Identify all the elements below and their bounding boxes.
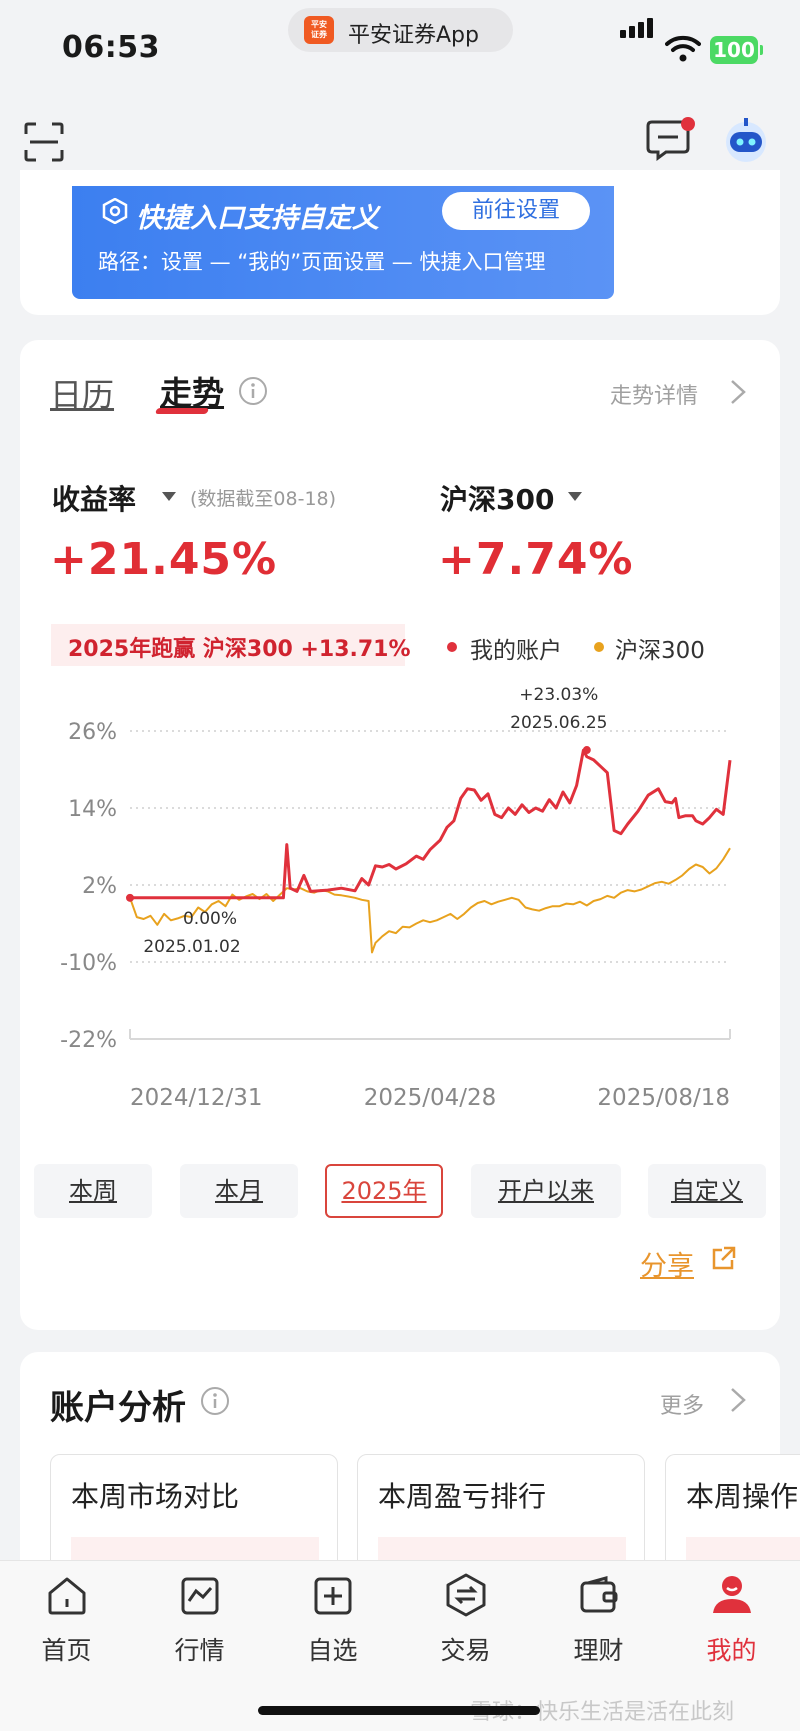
nav-label: 自选 xyxy=(307,1636,358,1665)
x-tick-label: 2025/04/28 xyxy=(364,1085,497,1111)
analysis-card-operations[interactable]: 本周操作 xyxy=(665,1454,800,1574)
range-custom[interactable]: 自定义 xyxy=(648,1164,766,1218)
analysis-card-title: 本周市场对比 xyxy=(71,1480,240,1513)
x-tick-label: 2024/12/31 xyxy=(130,1085,263,1111)
start-point xyxy=(126,893,134,902)
exchange-icon xyxy=(446,1573,486,1617)
nav-market[interactable]: 行情 xyxy=(133,1561,266,1681)
wallet-icon xyxy=(580,1576,618,1613)
analysis-card-title: 本周盈亏排行 xyxy=(378,1480,547,1513)
nav-label: 理财 xyxy=(573,1636,624,1665)
analysis-card-market-compare[interactable]: 本周市场对比 xyxy=(50,1454,338,1574)
peak-date-label: 2025.06.25 xyxy=(510,713,607,733)
range-this-week[interactable]: 本周 xyxy=(34,1164,152,1218)
home-icon xyxy=(48,1577,86,1615)
nav-trade[interactable]: 交易 xyxy=(399,1561,532,1681)
nav-label: 行情 xyxy=(174,1636,225,1665)
return-trend-chart[interactable]: 26% 14% 2% -10% -22% 2024/12/31 2025/04/28 2025… xyxy=(0,0,800,1120)
nav-wealth[interactable]: 理财 xyxy=(532,1561,665,1681)
analysis-title: 账户分析 xyxy=(50,1388,186,1428)
y-tick-label: 2% xyxy=(82,874,117,899)
share-link[interactable]: 分享 xyxy=(640,1244,694,1283)
nav-label: 交易 xyxy=(440,1636,491,1665)
share-icon[interactable] xyxy=(710,1246,736,1272)
nav-watchlist[interactable]: 自选 xyxy=(266,1561,399,1681)
chart-icon xyxy=(181,1577,219,1615)
analysis-card-title: 本周操作 xyxy=(686,1480,799,1513)
home-indicator[interactable] xyxy=(258,1706,540,1715)
nav-label: 首页 xyxy=(41,1636,92,1665)
x-tick-label: 2025/08/18 xyxy=(597,1085,730,1111)
y-tick-label: 14% xyxy=(68,797,117,822)
start-value-label: 0.00% xyxy=(183,909,237,929)
y-tick-label: -10% xyxy=(60,951,117,976)
analysis-info-icon[interactable] xyxy=(200,1386,230,1416)
analysis-more-link[interactable]: 更多 xyxy=(660,1388,704,1420)
profile-icon xyxy=(713,1576,751,1613)
analysis-chevron-right-icon[interactable] xyxy=(728,1386,748,1414)
peak-value-label: +23.03% xyxy=(519,685,598,705)
range-2025[interactable]: 2025年 xyxy=(325,1164,443,1218)
nav-label: 我的 xyxy=(706,1636,757,1665)
range-this-month[interactable]: 本月 xyxy=(180,1164,298,1218)
peak-point xyxy=(582,746,591,755)
series-line xyxy=(130,748,732,900)
nav-mine[interactable]: 我的 xyxy=(665,1561,798,1681)
nav-home[interactable]: 首页 xyxy=(0,1561,133,1681)
start-date-label: 2025.01.02 xyxy=(143,937,240,957)
analysis-card-pnl-ranking[interactable]: 本周盈亏排行 xyxy=(357,1454,645,1574)
range-since-open[interactable]: 开户以来 xyxy=(471,1164,621,1218)
y-tick-label: 26% xyxy=(68,720,117,745)
y-tick-label: -22% xyxy=(60,1028,117,1053)
add-icon xyxy=(314,1577,352,1615)
